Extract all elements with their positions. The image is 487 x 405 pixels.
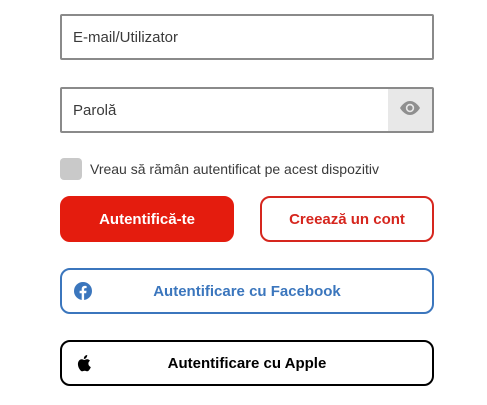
login-form: Vreau să rămân autentificat pe acest dis… [0,0,487,405]
remember-me-label[interactable]: Vreau să rămân autentificat pe acest dis… [90,161,379,177]
email-field-container [60,14,434,60]
email-field[interactable] [62,16,432,58]
facebook-login-button[interactable]: Autentificare cu Facebook [60,268,434,314]
apple-icon [74,354,92,372]
password-field-container [60,87,434,133]
eye-icon [398,100,422,121]
show-password-button[interactable] [388,89,432,131]
remember-me-checkbox[interactable] [60,158,82,180]
apple-login-button[interactable]: Autentificare cu Apple [60,340,434,386]
remember-me-row: Vreau să rămân autentificat pe acest dis… [60,158,379,180]
create-account-button[interactable]: Creează un cont [260,196,434,242]
facebook-login-label: Autentificare cu Facebook [153,282,341,300]
login-button[interactable]: Autentifică-te [60,196,234,242]
password-field[interactable] [62,89,388,131]
apple-login-label: Autentificare cu Apple [167,354,327,372]
facebook-icon [74,282,92,300]
